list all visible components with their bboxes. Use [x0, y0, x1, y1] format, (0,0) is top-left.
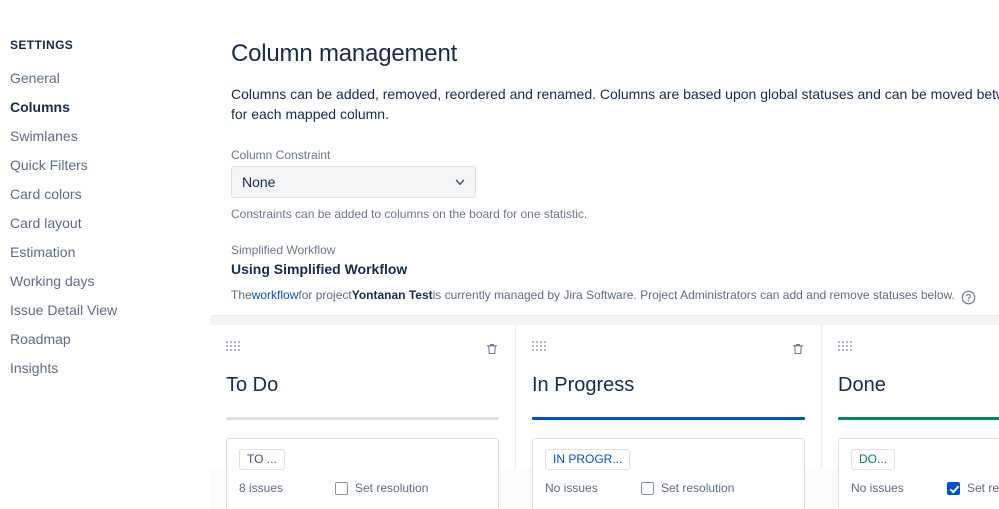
column-constraint-select[interactable]: None [231, 166, 476, 198]
sidebar-item-card-colors[interactable]: Card colors [0, 180, 210, 209]
status-card-row: No issues Set resolution [545, 481, 792, 495]
sidebar-item-card-layout[interactable]: Card layout [0, 209, 210, 238]
status-card-row: No issues Set resolution [851, 481, 999, 495]
status-card-row: 8 issues Set resolution [239, 481, 486, 495]
sidebar-item-roadmap[interactable]: Roadmap [0, 325, 210, 354]
set-resolution-label: Set resolution [967, 481, 999, 495]
sidebar-item-issue-detail-view[interactable]: Issue Detail View [0, 296, 210, 325]
board-column: To Do TO ... 8 issues Set resolution [210, 325, 516, 509]
column-header [226, 341, 499, 357]
column-title[interactable]: Done [838, 373, 999, 397]
column-title[interactable]: To Do [226, 373, 499, 397]
board-column: In Progress IN PROGR... No issues Set resol… [516, 325, 822, 509]
status-card: DO... No issues Set resolution [838, 438, 999, 509]
columns-top-strip [210, 315, 999, 325]
status-card: IN PROGR... No issues Set resolution [532, 438, 805, 509]
drag-handle-icon[interactable] [838, 341, 853, 352]
question-circle-icon[interactable] [961, 290, 976, 305]
set-resolution-label: Set resolution [661, 481, 735, 495]
checkbox-checked-icon[interactable] [947, 481, 960, 495]
columns-area: To Do TO ... 8 issues Set resolution In Prog… [210, 315, 999, 509]
sidebar-nav-list: General Columns Swimlanes Quick Filters Card… [0, 64, 210, 383]
desc-suffix: is currently managed by Jira Software. P… [432, 287, 955, 302]
checkbox-unchecked-icon[interactable] [641, 481, 654, 495]
set-resolution-checkbox[interactable]: Set resolution [641, 481, 734, 495]
sidebar-item-insights[interactable]: Insights [0, 354, 210, 383]
trash-icon[interactable] [791, 341, 805, 357]
trash-icon[interactable] [485, 341, 499, 357]
desc-prefix: The [231, 287, 252, 302]
sidebar-item-general[interactable]: General [0, 64, 210, 93]
column-title[interactable]: In Progress [532, 373, 805, 397]
page-title: Column management [231, 40, 458, 67]
sidebar-item-working-days[interactable]: Working days [0, 267, 210, 296]
issue-count: 8 issues [239, 481, 284, 495]
checkbox-unchecked-icon[interactable] [335, 481, 348, 495]
project-name: Yontanan Test [351, 287, 433, 302]
column-constraint-hint: Constraints can be added to columns on t… [231, 207, 588, 221]
status-lozenge[interactable]: DO... [851, 449, 896, 470]
status-card: TO ... 8 issues Set resolution [226, 438, 499, 509]
set-resolution-label: Set resolution [355, 481, 429, 495]
column-constraint-value: None [242, 174, 276, 190]
intro-description: Columns can be added, removed, reordered… [231, 86, 999, 122]
status-lozenge[interactable]: TO ... [239, 449, 285, 470]
chevron-down-icon [453, 175, 467, 189]
sidebar-item-columns[interactable]: Columns [0, 93, 210, 122]
set-resolution-checkbox[interactable]: Set resolution [335, 481, 428, 495]
issue-count: No issues [545, 481, 598, 495]
desc-mid: for project [298, 287, 352, 302]
sidebar-item-estimation[interactable]: Estimation [0, 238, 210, 267]
columns-row: To Do TO ... 8 issues Set resolution In Prog… [210, 325, 999, 509]
column-accent-bar [226, 417, 499, 420]
column-header [532, 341, 805, 357]
main-content: Column management Columns can be added, … [210, 0, 999, 509]
simplified-workflow-eyebrow: Simplified Workflow [231, 243, 336, 257]
column-management-page: SETTINGS General Columns Swimlanes Quick Fi… [0, 0, 999, 509]
column-accent-bar [532, 417, 805, 420]
issue-count: No issues [851, 481, 904, 495]
sidebar-heading: SETTINGS [10, 38, 74, 52]
column-header [838, 341, 999, 357]
status-lozenge[interactable]: IN PROGR... [545, 449, 631, 470]
column-accent-bar [838, 417, 999, 420]
settings-sidebar: SETTINGS General Columns Swimlanes Quick Fi… [0, 0, 210, 509]
board-column: Done DO... No issues Set resolution [822, 325, 999, 509]
column-constraint-label: Column Constraint [231, 148, 331, 162]
drag-handle-icon[interactable] [532, 341, 547, 352]
simplified-workflow-description: The workflow for project Yontanan Test i… [231, 287, 999, 305]
simplified-workflow-title: Using Simplified Workflow [231, 261, 408, 277]
workflow-link[interactable]: workflow [252, 288, 299, 302]
sidebar-item-quick-filters[interactable]: Quick Filters [0, 151, 210, 180]
sidebar-item-swimlanes[interactable]: Swimlanes [0, 122, 210, 151]
drag-handle-icon[interactable] [226, 341, 241, 352]
set-resolution-checkbox[interactable]: Set resolution [947, 481, 999, 495]
